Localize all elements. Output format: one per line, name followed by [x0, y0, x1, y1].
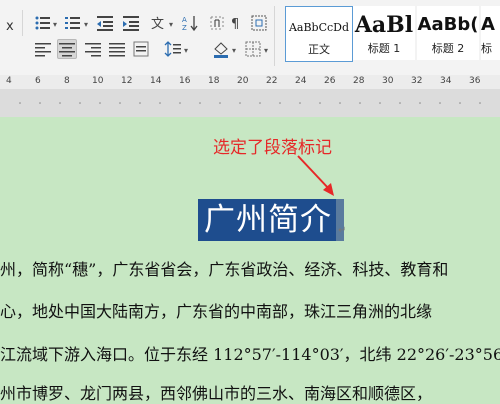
justify-icon[interactable]: [108, 40, 126, 58]
chevron-down-icon[interactable]: ▾: [169, 20, 173, 29]
chinese-layout-icon[interactable]: 文: [150, 14, 168, 32]
strikethrough-icon[interactable]: x: [4, 16, 22, 34]
distributed-align-icon[interactable]: [132, 40, 150, 58]
style-heading-3[interactable]: A 标: [481, 6, 500, 60]
ruler-tick: 36: [469, 76, 481, 86]
ruler-tick: 22: [266, 76, 278, 86]
ruler-tick: 24: [295, 76, 307, 86]
ruler-tick: 34: [440, 76, 452, 86]
paragraph-mark-icon: ↵: [338, 225, 347, 236]
style-sample: A: [481, 14, 495, 35]
ruler-tick: 10: [92, 76, 104, 86]
svg-text:文: 文: [151, 17, 164, 32]
paragraph-mark-icon[interactable]: ¶: [228, 14, 246, 32]
align-left-icon[interactable]: [34, 40, 52, 58]
chevron-down-icon[interactable]: ▾: [264, 46, 268, 55]
ruler-tick: 30: [382, 76, 394, 86]
table-border-icon[interactable]: [250, 14, 268, 32]
show-hide-marks-icon[interactable]: [208, 14, 226, 32]
ruler-tick: 12: [121, 76, 133, 86]
style-label: 标题 1: [367, 42, 401, 55]
ruler-tick: 32: [411, 76, 423, 86]
vertical-ruler-dots: [19, 102, 481, 104]
toolbar-divider: [22, 10, 23, 36]
decrease-indent-icon[interactable]: [96, 14, 114, 32]
style-normal[interactable]: AaBbCcDd 正文: [285, 6, 353, 62]
sort-icon[interactable]: AZ: [182, 14, 200, 32]
ruler-tick: 16: [179, 76, 191, 86]
numbered-list-icon[interactable]: [64, 14, 82, 32]
style-label: 标题 2: [431, 42, 465, 55]
chevron-down-icon[interactable]: ▾: [232, 46, 236, 55]
ruler-tick: 8: [64, 76, 70, 86]
toolbar-divider: [274, 6, 275, 66]
style-sample: AaBb(: [417, 14, 479, 35]
body-text-line[interactable]: 江流域下游入海口。位于东经 112°57′-114°03′，北纬 22°26′-…: [0, 341, 500, 365]
align-center-icon[interactable]: [57, 39, 77, 59]
svg-text:x: x: [6, 19, 14, 34]
ruler-tick: 26: [324, 76, 336, 86]
ruler-tick: 14: [150, 76, 162, 86]
style-label: 标: [481, 42, 492, 55]
styles-gallery: AaBbCcDd 正文 AaBl 标题 1 AaBb( 标题 2 A 标: [283, 6, 500, 62]
ruler-tick: 20: [237, 76, 249, 86]
annotation-arrow: [297, 155, 334, 196]
style-heading-2[interactable]: AaBb( 标题 2: [417, 6, 479, 60]
bulleted-list-icon[interactable]: [34, 14, 52, 32]
svg-text:Z: Z: [182, 24, 187, 32]
chevron-down-icon[interactable]: ▾: [184, 46, 188, 55]
borders-icon[interactable]: [244, 40, 262, 58]
style-label: 正文: [308, 43, 330, 56]
body-text-line[interactable]: 州，简称“穗”，广东省省会，广东省政治、经济、科技、教育和: [0, 256, 500, 280]
increase-indent-icon[interactable]: [122, 14, 140, 32]
style-sample: AaBbCcDd: [288, 21, 350, 34]
horizontal-ruler[interactable]: 4 6 8 10 12 14 16 18 20 22 24 26 28 30 3…: [0, 75, 500, 90]
line-spacing-icon[interactable]: [164, 40, 182, 58]
body-text-line[interactable]: 州市博罗、龙门两县，西邻佛山市的三水、南海区和顺德区，: [0, 380, 500, 404]
document-title[interactable]: 广州简介: [198, 199, 338, 241]
body-text-line[interactable]: 心，地处中国大陆南方，广东省的中南部，珠江三角洲的北缘: [0, 298, 500, 322]
chevron-down-icon[interactable]: ▾: [84, 20, 88, 29]
ribbon-toolbar: x ▾ ▾ 文 ▾ AZ ¶ ▾ ▾ ▾ AaBbCcDd 正文 AaBl 标题…: [0, 0, 500, 76]
style-heading-1[interactable]: AaBl 标题 1: [353, 6, 415, 60]
style-sample: AaBl: [354, 12, 414, 38]
ruler-tick: 28: [353, 76, 365, 86]
svg-text:¶: ¶: [231, 17, 239, 32]
svg-text:A: A: [182, 16, 187, 24]
shading-icon[interactable]: [212, 40, 230, 58]
chevron-down-icon[interactable]: ▾: [53, 20, 57, 29]
ruler-tick: 4: [6, 76, 12, 86]
align-right-icon[interactable]: [84, 40, 102, 58]
ruler-tick: 18: [208, 76, 220, 86]
ruler-tick: 6: [35, 76, 41, 86]
